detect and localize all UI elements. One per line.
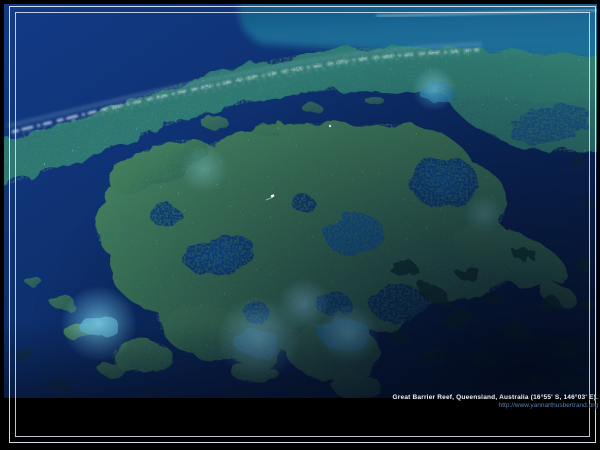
caption-location: Great Barrier Reef, Queensland, Australi… [393,394,598,402]
caption-url: http://www.yannarthusbertrand.org [393,402,598,410]
reef-photo [4,4,597,398]
reef-photo-art [4,4,597,398]
caption: Great Barrier Reef, Queensland, Australi… [393,394,598,409]
wallpaper: Great Barrier Reef, Queensland, Australi… [0,0,600,450]
